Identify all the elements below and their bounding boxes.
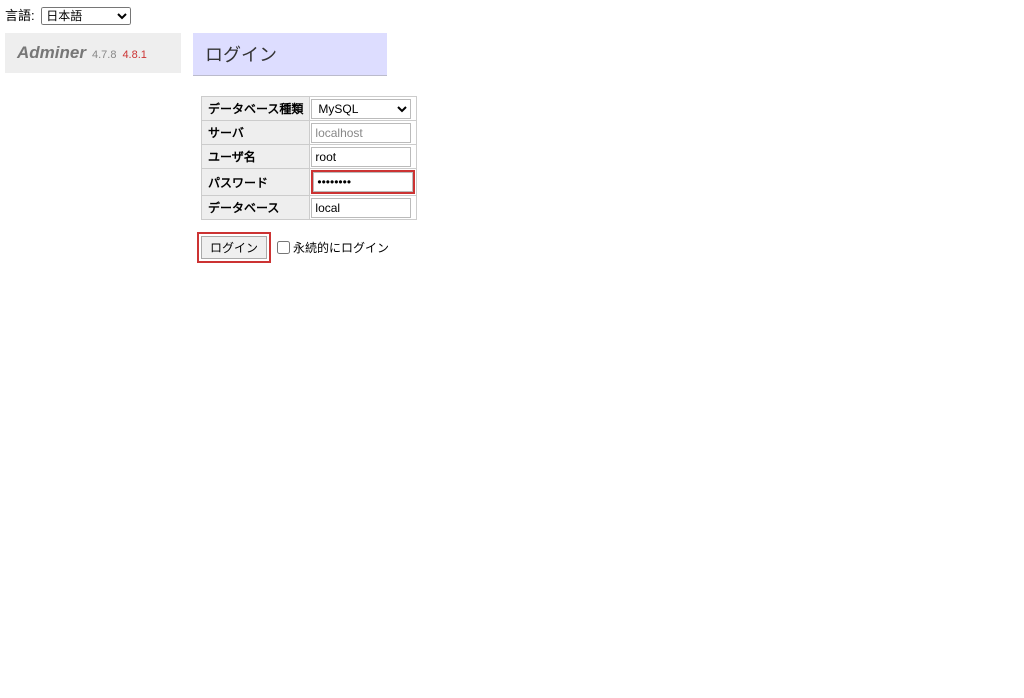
system-label: データベース種類	[202, 97, 310, 121]
username-label: ユーザ名	[202, 145, 310, 169]
permanent-checkbox[interactable]	[277, 241, 290, 254]
system-select[interactable]: MySQL	[311, 99, 411, 119]
permanent-login-label[interactable]: 永続的にログイン	[277, 239, 389, 256]
permanent-text: 永続的にログイン	[293, 239, 389, 256]
app-name: Adminer	[17, 43, 86, 63]
database-input[interactable]	[311, 198, 411, 218]
login-highlight: ログイン	[197, 232, 271, 263]
page-title: ログイン	[193, 33, 387, 76]
username-input[interactable]	[311, 147, 411, 167]
language-label: 言語:	[5, 8, 35, 23]
content: ログイン データベース種類 MySQL サーバ ユーザ名	[193, 33, 417, 263]
language-select[interactable]: 日本語	[41, 7, 131, 25]
server-input[interactable]	[311, 123, 411, 143]
login-form-table: データベース種類 MySQL サーバ ユーザ名	[201, 96, 417, 220]
language-row: 言語: 日本語	[5, 5, 1019, 25]
app-version: 4.7.8	[92, 49, 116, 61]
password-input[interactable]	[313, 172, 413, 192]
password-highlight	[311, 170, 415, 194]
database-label: データベース	[202, 196, 310, 220]
login-button[interactable]: ログイン	[201, 236, 267, 259]
password-label: パスワード	[202, 169, 310, 196]
server-label: サーバ	[202, 121, 310, 145]
submit-row: ログイン 永続的にログイン	[197, 232, 417, 263]
app-new-version[interactable]: 4.8.1	[122, 49, 146, 61]
sidebar: Adminer 4.7.8 4.8.1	[5, 33, 181, 73]
